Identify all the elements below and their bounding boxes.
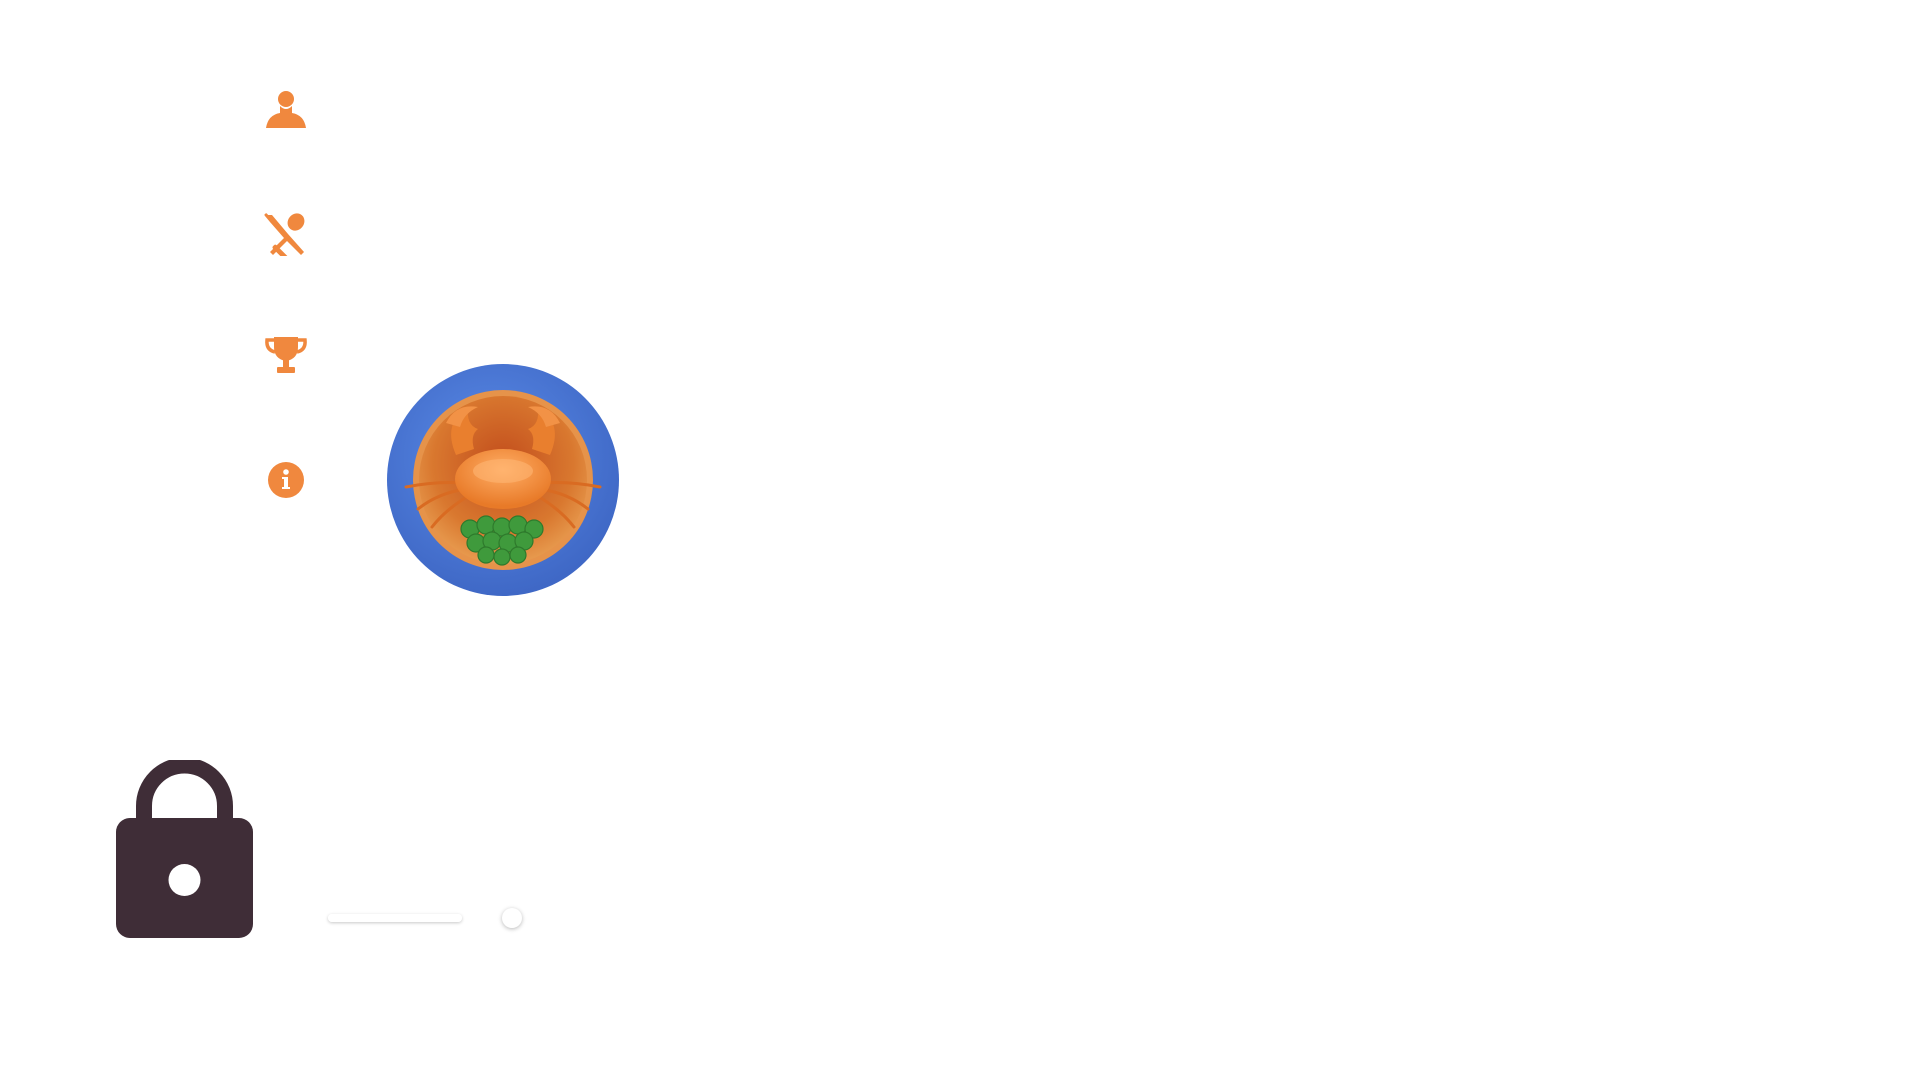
- nav-trophy-button[interactable]: [264, 333, 308, 377]
- level-progress-bar: [328, 914, 462, 922]
- level-lock: [116, 760, 253, 938]
- nav-dishes-button[interactable]: [264, 212, 308, 256]
- nav-profile-button[interactable]: [264, 86, 308, 130]
- info-icon: [268, 462, 304, 498]
- level-progress-dot: [502, 908, 522, 928]
- game-screen: [0, 0, 1920, 1080]
- crab-dish-icon: [387, 364, 619, 596]
- trophy-icon: [265, 337, 307, 373]
- nav-info-button[interactable]: [264, 458, 308, 502]
- fork-spoon-icon: [264, 213, 305, 256]
- crab-dish-badge[interactable]: [386, 363, 620, 597]
- person-icon: [266, 91, 306, 128]
- lock-icon: [116, 760, 253, 938]
- level-progress-fill: [328, 914, 462, 922]
